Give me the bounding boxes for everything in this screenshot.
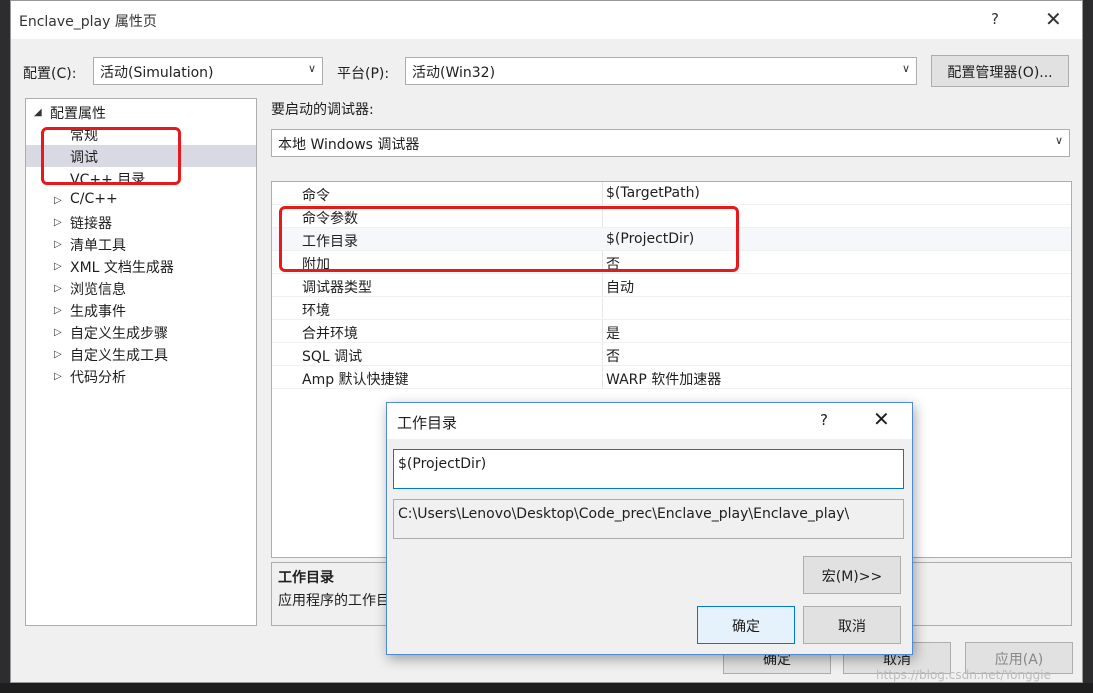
collapsed-triangle-icon: ▷ [54, 371, 62, 382]
property-key: 合并环境 [302, 326, 358, 342]
tree-item-linker[interactable]: ▷ 链接器 [26, 211, 256, 233]
property-key: 命令 [302, 188, 330, 204]
platform-select[interactable]: 活动(Win32) ∨ [405, 57, 917, 85]
working-directory-input[interactable]: $(ProjectDir) [393, 449, 904, 489]
working-directory-dialog: 工作目录 ? ✕ $(ProjectDir) C:\Users\Lenovo\D… [386, 402, 913, 655]
property-row[interactable]: 命令 $(TargetPath) [272, 182, 1071, 205]
property-row[interactable]: 环境 [272, 297, 1071, 320]
close-icon[interactable]: ✕ [1045, 7, 1062, 31]
platform-select-value: 活动(Win32) [412, 65, 496, 81]
close-icon[interactable]: ✕ [873, 407, 890, 431]
config-manager-button[interactable]: 配置管理器(O)... [931, 55, 1069, 87]
dialog-title: 工作目录 [397, 414, 458, 432]
tree-item-browse-info[interactable]: ▷ 浏览信息 [26, 277, 256, 299]
tree-item-label: 生成事件 [70, 304, 126, 320]
collapsed-triangle-icon: ▷ [54, 305, 62, 316]
collapsed-triangle-icon: ▷ [54, 349, 62, 360]
watermark: https://blog.csdn.net/Yonggie [876, 668, 1051, 682]
background-editor-strip-right [1083, 0, 1093, 693]
expanded-triangle-icon: ◢ [34, 107, 42, 118]
background-editor-strip [0, 0, 10, 693]
tree-item-xml-doc[interactable]: ▷ XML 文档生成器 [26, 255, 256, 277]
help-icon[interactable]: ? [820, 411, 828, 429]
collapsed-triangle-icon: ▷ [54, 261, 62, 272]
help-icon[interactable]: ? [991, 10, 999, 28]
background-taskbar [0, 683, 1093, 693]
property-row[interactable]: SQL 调试 否 [272, 343, 1071, 366]
tree-item-label: 代码分析 [70, 370, 126, 386]
tree-root[interactable]: ◢ 配置属性 [26, 101, 256, 123]
property-value: $(TargetPath) [606, 185, 700, 201]
annotation-highlight-properties [279, 206, 739, 272]
chevron-down-icon: ∨ [1054, 134, 1063, 147]
tree-root-label: 配置属性 [50, 106, 106, 122]
collapsed-triangle-icon: ▷ [54, 283, 62, 294]
title-bar: Enclave_play 属性页 ? ✕ [11, 1, 1082, 39]
property-row[interactable]: 合并环境 是 [272, 320, 1071, 343]
config-select[interactable]: 活动(Simulation) ∨ [93, 57, 323, 85]
description-title: 工作目录 [278, 570, 334, 586]
tree-item-build-events[interactable]: ▷ 生成事件 [26, 299, 256, 321]
tree-item-label: 自定义生成工具 [70, 348, 168, 364]
description-body: 应用程序的工作目 [278, 593, 390, 609]
tree-item-manifest-tool[interactable]: ▷ 清单工具 [26, 233, 256, 255]
tree-item-custom-build-step[interactable]: ▷ 自定义生成步骤 [26, 321, 256, 343]
dialog-ok-button[interactable]: 确定 [697, 606, 795, 644]
property-key: SQL 调试 [302, 349, 363, 365]
tree-item-label: 自定义生成步骤 [70, 326, 168, 342]
debugger-select-value: 本地 Windows 调试器 [278, 137, 420, 153]
property-value: 自动 [606, 280, 634, 296]
macro-button[interactable]: 宏(M)>> [803, 556, 901, 594]
config-label: 配置(C): [23, 66, 77, 82]
tree-item-label: XML 文档生成器 [70, 260, 174, 276]
evaluated-value: C:\Users\Lenovo\Desktop\Code_prec\Enclav… [393, 499, 904, 539]
tree-item-cpp[interactable]: ▷ C/C++ [26, 189, 256, 211]
property-key: 环境 [302, 303, 330, 319]
property-row[interactable]: 调试器类型 自动 [272, 274, 1071, 297]
tree-item-label: C/C++ [70, 191, 118, 207]
property-value: 否 [606, 349, 620, 365]
chevron-down-icon: ∨ [901, 62, 910, 75]
property-row[interactable]: Amp 默认快捷键 WARP 软件加速器 [272, 366, 1071, 389]
tree-item-label: 清单工具 [70, 238, 126, 254]
collapsed-triangle-icon: ▷ [54, 195, 62, 206]
tree-item-custom-build-tool[interactable]: ▷ 自定义生成工具 [26, 343, 256, 365]
property-key: 调试器类型 [302, 280, 372, 296]
window-title: Enclave_play 属性页 [19, 14, 157, 30]
collapsed-triangle-icon: ▷ [54, 239, 62, 250]
collapsed-triangle-icon: ▷ [54, 327, 62, 338]
dialog-title-bar: 工作目录 ? ✕ [387, 403, 912, 439]
property-value: WARP 软件加速器 [606, 372, 722, 388]
tree-item-code-analysis[interactable]: ▷ 代码分析 [26, 365, 256, 387]
tree-item-label: 浏览信息 [70, 282, 126, 298]
dialog-cancel-button[interactable]: 取消 [803, 606, 901, 644]
debugger-label: 要启动的调试器: [271, 102, 374, 118]
config-select-value: 活动(Simulation) [100, 65, 214, 81]
annotation-highlight-tree [41, 127, 181, 185]
property-key: Amp 默认快捷键 [302, 372, 409, 388]
chevron-down-icon: ∨ [307, 62, 316, 75]
platform-label: 平台(P): [337, 66, 390, 82]
debugger-select[interactable]: 本地 Windows 调试器 ∨ [271, 129, 1070, 157]
tree-item-label: 链接器 [70, 216, 112, 232]
property-value: 是 [606, 326, 620, 342]
collapsed-triangle-icon: ▷ [54, 217, 62, 228]
